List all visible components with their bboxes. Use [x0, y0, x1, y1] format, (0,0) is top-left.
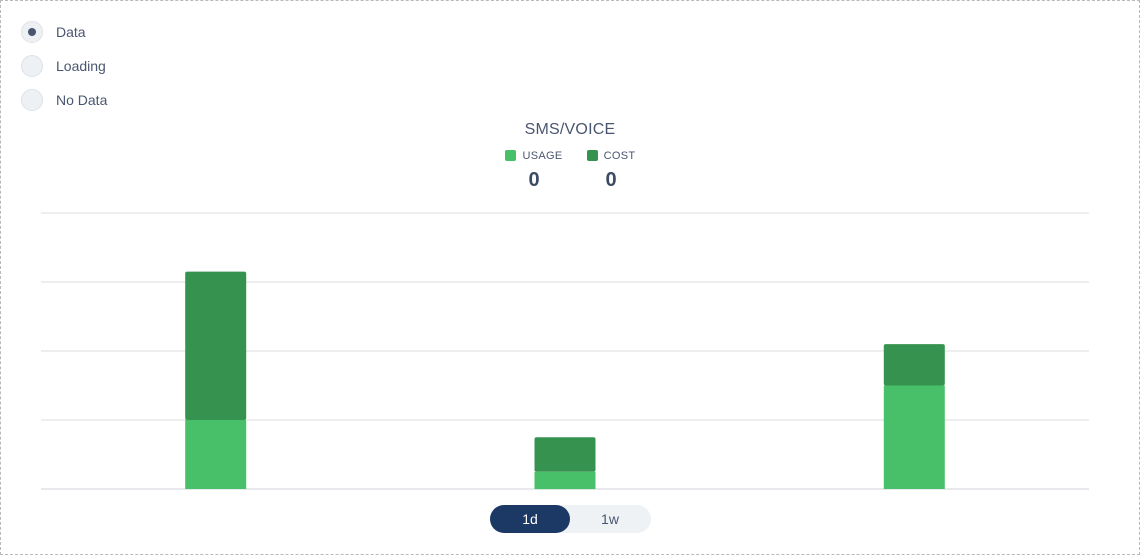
bar-usage-1[interactable]: [185, 420, 247, 489]
period-1d-button[interactable]: 1d: [490, 505, 570, 533]
bar-cost-2[interactable]: [534, 437, 596, 472]
bar-cost-1[interactable]: [185, 271, 247, 420]
bar-usage-3[interactable]: [883, 385, 945, 490]
period-1w-button[interactable]: 1w: [570, 505, 650, 533]
bar-usage-2[interactable]: [534, 471, 596, 490]
stacked-bar-chart: [41, 212, 1089, 490]
period-toggle: 1d 1w: [490, 505, 651, 533]
bar-cost-3[interactable]: [883, 344, 945, 386]
